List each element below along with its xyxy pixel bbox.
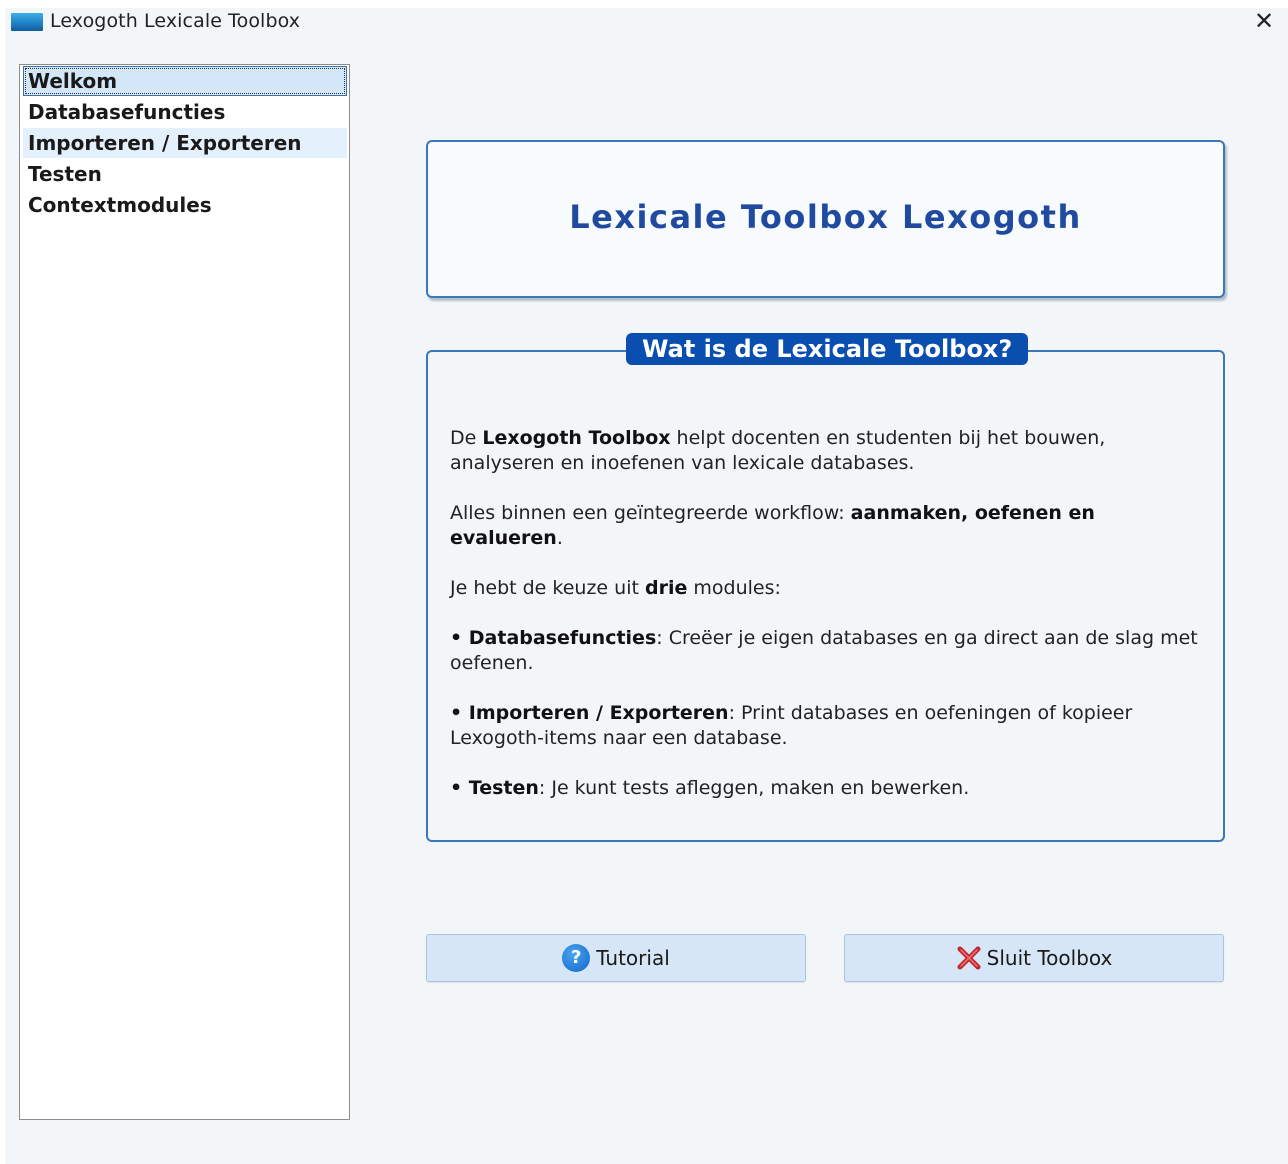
info-paragraph-workflow: Alles binnen een geïntegreerde workflow:… [450, 502, 1095, 549]
tutorial-button-label: Tutorial [596, 946, 670, 970]
window-close-button[interactable]: ✕ [1250, 8, 1278, 36]
sidebar-item-importeren-exporteren[interactable]: Importeren / Exporteren [23, 128, 347, 158]
window-title: Lexogoth Lexicale Toolbox [50, 10, 301, 32]
sidebar-item-welkom[interactable]: Welkom [23, 66, 347, 96]
info-text: De Lexogoth Toolbox helpt docenten en st… [450, 426, 1200, 826]
close-toolbox-button-label: Sluit Toolbox [986, 946, 1113, 970]
module-item-testen: • Testen: Je kunt tests afleggen, maken … [450, 777, 970, 799]
module-item-importeren-exporteren: • Importeren / Exporteren: Print databas… [450, 702, 1133, 749]
info-panel: De Lexogoth Toolbox helpt docenten en st… [426, 350, 1225, 842]
sidebar-nav: Welkom Databasefuncties Importeren / Exp… [19, 64, 350, 1120]
header-panel: Lexicale Toolbox Lexogoth [426, 140, 1225, 298]
info-paragraph-intro: De Lexogoth Toolbox helpt docenten en st… [450, 427, 1106, 474]
help-icon: ? [562, 944, 591, 972]
sidebar-item-databasefuncties[interactable]: Databasefuncties [23, 97, 347, 127]
red-x-icon [957, 946, 981, 970]
tutorial-button[interactable]: ? Tutorial [426, 934, 806, 982]
app-window: Lexogoth Lexicale Toolbox ✕ Welkom Datab… [5, 8, 1288, 1164]
page-title: Lexicale Toolbox Lexogoth [569, 198, 1082, 236]
info-paragraph-modules: Je hebt de keuze uit drie modules: [450, 577, 781, 599]
sidebar-item-testen[interactable]: Testen [23, 159, 347, 189]
app-icon [11, 13, 43, 31]
info-heading: Wat is de Lexicale Toolbox? [626, 333, 1029, 365]
sidebar-item-contextmodules[interactable]: Contextmodules [23, 190, 347, 220]
module-item-databasefuncties: • Databasefuncties: Creëer je eigen data… [450, 627, 1198, 674]
close-toolbox-button[interactable]: Sluit Toolbox [844, 934, 1224, 982]
title-bar: Lexogoth Lexicale Toolbox ✕ [5, 8, 1288, 44]
